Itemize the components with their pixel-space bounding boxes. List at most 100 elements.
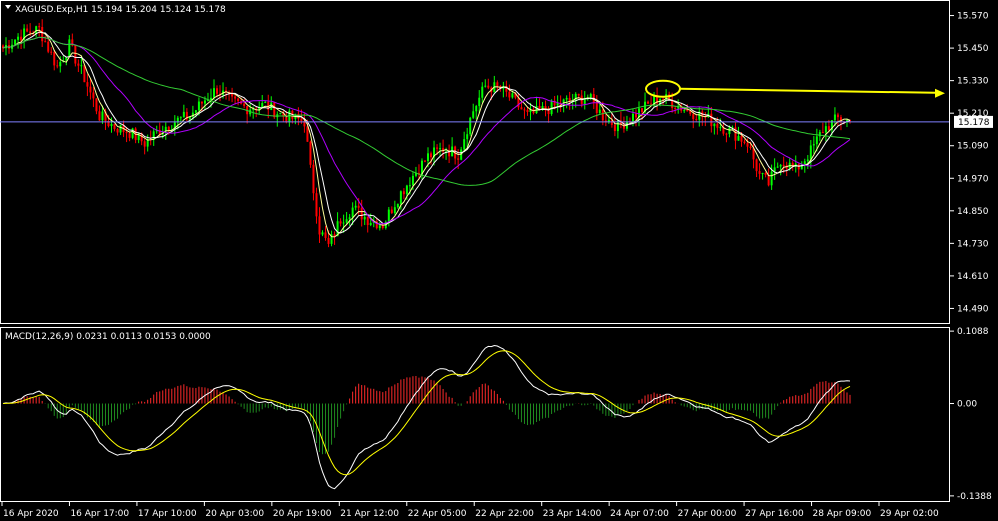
time-tick-label: 22 Apr 05:00 — [408, 509, 467, 519]
candle-body — [312, 164, 315, 194]
time-tick-label: 23 Apr 14:00 — [543, 509, 602, 519]
candle-body — [674, 107, 677, 109]
time-tick-label: 28 Apr 09:00 — [813, 509, 872, 519]
candle-body — [695, 119, 698, 121]
macd-tick-label: 0.1088 — [957, 327, 989, 337]
candle-body — [641, 108, 644, 113]
current-price-tag: 15.178 — [954, 115, 993, 128]
candle-body — [179, 117, 182, 119]
time-tick-label: 20 Apr 03:00 — [205, 509, 264, 519]
candle-body — [47, 41, 50, 52]
candle-body — [212, 88, 215, 98]
price-pane-frame — [0, 0, 950, 324]
candle-body — [469, 117, 472, 135]
candle-body — [803, 161, 806, 165]
candle-body — [457, 158, 460, 160]
candle-body — [363, 216, 366, 220]
candle-body — [598, 109, 601, 113]
candle-body — [216, 88, 219, 94]
macd-pane-frame — [0, 327, 950, 502]
time-tick-label: 20 Apr 19:00 — [273, 509, 332, 519]
price-tick-label: 15.570 — [957, 12, 989, 22]
candle-body — [743, 141, 746, 143]
candle-body — [306, 126, 309, 142]
candle-body — [487, 85, 490, 88]
candle-body — [261, 102, 264, 108]
candle-body — [746, 142, 749, 147]
candle-body — [725, 133, 728, 135]
price-tick-label: 15.090 — [957, 142, 989, 152]
candle-body — [821, 132, 824, 134]
candle-body — [35, 26, 38, 34]
candle-body — [824, 126, 827, 133]
candle-body — [41, 26, 44, 42]
candle-body — [836, 114, 839, 118]
candle-body — [583, 99, 586, 105]
candle-body — [20, 36, 23, 41]
candle-body — [589, 94, 592, 98]
candle-body — [782, 164, 785, 166]
price-axis: 15.57015.45015.33015.21015.09014.97014.8… — [949, 12, 989, 314]
time-tick-label: 29 Apr 02:00 — [880, 509, 939, 519]
price-tick-label: 14.730 — [957, 239, 989, 249]
macd-tick-label: -0.1388 — [957, 492, 992, 502]
candle-body — [767, 174, 770, 186]
candle-body — [83, 65, 86, 83]
candle-body — [264, 101, 267, 103]
candle-body — [770, 171, 773, 186]
candle-body — [237, 98, 240, 102]
candle-body — [508, 91, 511, 98]
candle-body — [809, 145, 812, 160]
candle-body — [402, 191, 405, 195]
candle-body — [430, 153, 433, 158]
candle-body — [194, 110, 197, 113]
candle-body — [713, 123, 716, 127]
price-tick-label: 14.610 — [957, 272, 989, 282]
candle-body — [128, 133, 131, 138]
candle-body — [764, 173, 767, 175]
time-tick-label: 27 Apr 16:00 — [745, 509, 804, 519]
candle-body — [472, 111, 475, 118]
candle-body — [547, 110, 550, 115]
time-tick-label: 16 Apr 17:00 — [70, 509, 129, 519]
candle-body — [761, 173, 764, 175]
candle-body — [38, 26, 41, 28]
candle-body — [56, 65, 59, 67]
candle-body — [366, 216, 369, 226]
time-axis: 16 Apr 2020 16 Apr 17:00 17 Apr 10:00 20 Ap… — [1, 502, 939, 519]
candle-body — [182, 111, 185, 118]
candle-body — [339, 221, 342, 224]
candle-body — [387, 209, 390, 222]
price-pane: 15.57015.45015.33015.21015.09014.97014.8… — [0, 0, 993, 324]
candle-body — [511, 93, 514, 98]
candle-body — [755, 159, 758, 172]
candle-body — [631, 113, 634, 123]
candle-body — [116, 129, 119, 133]
macd-tick-label: 0.00 — [957, 400, 977, 410]
candle-body — [113, 123, 116, 130]
candle-body — [692, 113, 695, 120]
candle-body — [80, 65, 83, 67]
candle-body — [197, 101, 200, 111]
candle-body — [423, 160, 426, 162]
chart-canvas[interactable]: 15.57015.45015.33015.21015.09014.97014.8… — [0, 0, 998, 521]
candle-body — [315, 193, 318, 217]
candle-body — [411, 175, 414, 186]
candle-body — [74, 45, 77, 64]
price-tick-label: 14.970 — [957, 174, 989, 184]
candle-body — [812, 144, 815, 146]
candle-body — [568, 97, 571, 101]
candle-body — [309, 141, 312, 165]
candle-body — [44, 41, 47, 43]
candle-body — [77, 63, 80, 66]
price-tick-label: 14.850 — [957, 207, 989, 217]
candle-body — [53, 52, 56, 66]
candle-body — [779, 164, 782, 167]
price-tick-label: 15.450 — [957, 44, 989, 54]
current-price-label: 15.178 — [958, 118, 990, 128]
candle-body — [101, 111, 104, 121]
candle-body — [475, 106, 478, 112]
time-tick-label: 22 Apr 22:00 — [475, 509, 534, 519]
candle-body — [577, 93, 580, 96]
price-tick-label: 14.490 — [957, 304, 989, 314]
